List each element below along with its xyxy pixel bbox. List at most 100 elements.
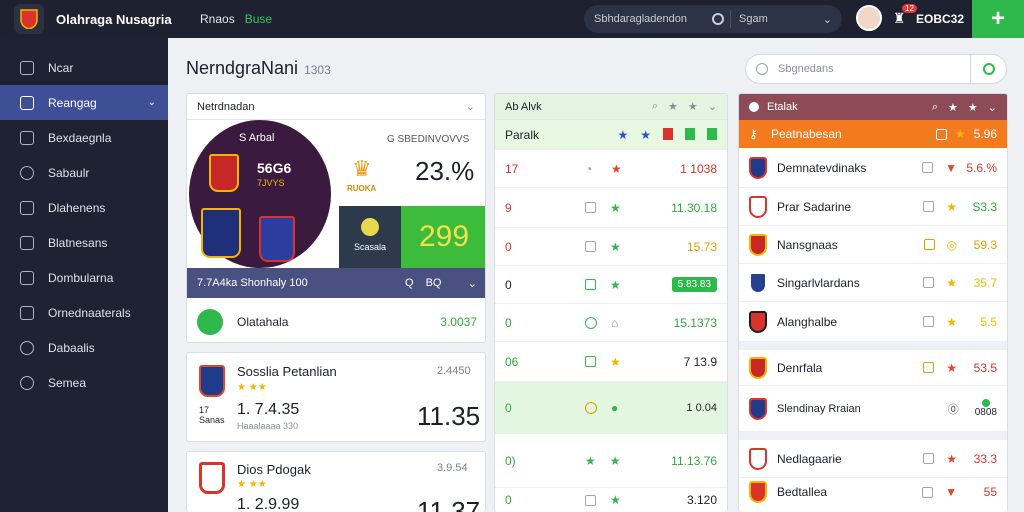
- hero-score-sub: 7JVYS: [257, 178, 285, 188]
- sidebar-item-6[interactable]: Blatnesans: [0, 225, 168, 260]
- person-icon: [20, 340, 34, 355]
- gear-icon: [20, 375, 34, 390]
- team-row[interactable]: Nansgnaas ◎ 59.3: [739, 226, 1007, 264]
- sidebar-item-10[interactable]: Semea: [0, 365, 168, 400]
- search-icon[interactable]: Q: [405, 277, 414, 289]
- star-icon[interactable]: ★: [610, 240, 621, 254]
- star-icon[interactable]: ★: [955, 127, 966, 141]
- odds-row[interactable]: 17 ◔ ★ 1 1038: [495, 150, 727, 188]
- filter-icon[interactable]: BQ: [426, 277, 442, 289]
- chevron-down-icon[interactable]: ⌄: [468, 277, 477, 290]
- team-row[interactable]: Bedtallea ▼ 55: [739, 478, 1007, 506]
- avatar[interactable]: [856, 5, 882, 31]
- team-row[interactable]: Slendinay Rraian ⓪ 0808: [739, 386, 1007, 432]
- star-icon[interactable]: ★: [585, 454, 596, 468]
- sidebar-item-8[interactable]: Ornednaaterals: [0, 295, 168, 330]
- star-icon[interactable]: ★: [688, 100, 698, 113]
- teams-panel-title: Etalak: [767, 101, 798, 113]
- teams-highlight-name: Peatnabesan: [771, 127, 842, 141]
- odds-row[interactable]: 06 ★ 7 13.9: [495, 342, 727, 382]
- sidebar-item-2[interactable]: Reangag ⌄: [0, 85, 168, 120]
- odds-row[interactable]: 9 ★ 11.30.18: [495, 188, 727, 228]
- team-crest-icon: [201, 208, 241, 258]
- star-icon[interactable]: ▼: [945, 485, 957, 499]
- team-crest-icon: [259, 216, 295, 262]
- odds-row[interactable]: 0 ● 1 0.04: [495, 382, 727, 434]
- chevron-down-icon: ⌄: [147, 97, 156, 108]
- star-icon[interactable]: ★: [668, 100, 678, 113]
- search-icon[interactable]: ⌕: [652, 100, 658, 113]
- star-icon[interactable]: ★: [610, 201, 621, 215]
- top-link-1[interactable]: Rnaos: [200, 12, 235, 26]
- star-icon[interactable]: ★: [610, 355, 621, 369]
- team-name: Denrfala: [777, 360, 823, 375]
- odds-a: 0: [505, 400, 512, 415]
- star-icon[interactable]: ★: [610, 454, 621, 468]
- odds-row[interactable]: 0 ★ 3.120: [495, 488, 727, 512]
- brand-tile-label: Scasala: [353, 242, 387, 252]
- search-input[interactable]: Sbgnedans: [745, 54, 1007, 84]
- match-value: 1. 2.9.99: [237, 496, 300, 512]
- star-icon[interactable]: ◎: [947, 238, 957, 252]
- match-card[interactable]: Dios Pdogak ★ ★★ 3.9.54 1. 2.9.99 11.37: [186, 451, 486, 512]
- box-icon: [922, 486, 934, 498]
- chevron-down-icon[interactable]: ⌄: [988, 101, 997, 114]
- search-icon[interactable]: [712, 13, 724, 25]
- box-icon: [585, 241, 596, 252]
- sidebar-item-3[interactable]: Bexdaegnla: [0, 120, 168, 155]
- team-value: 55: [983, 485, 997, 499]
- sidebar-item-9[interactable]: Dabaalis: [0, 330, 168, 365]
- star-icon[interactable]: ●: [611, 401, 618, 415]
- sidebar-item-5[interactable]: Dlahenens: [0, 190, 168, 225]
- odds-a: 0: [505, 315, 512, 330]
- star-icon[interactable]: ★: [640, 128, 651, 142]
- star-icon[interactable]: ★: [968, 101, 978, 114]
- match-card[interactable]: Sosslia Petanlian ★ ★★ 2.4450 17 Sanas 1…: [186, 352, 486, 442]
- star-icon[interactable]: ★: [946, 276, 957, 290]
- rating-stars-icon: ★ ★★: [237, 479, 267, 490]
- star-icon[interactable]: ★: [610, 278, 621, 292]
- featured-row[interactable]: Olatahala 3.0037: [187, 304, 485, 340]
- odds-row[interactable]: 0) ★ ★ 11.13.76: [495, 434, 727, 488]
- star-icon[interactable]: ★: [610, 493, 621, 507]
- match-name: Sosslia Petanlian: [237, 364, 337, 379]
- star-icon[interactable]: ★: [946, 361, 957, 375]
- team-row[interactable]: Denrfala ★ 53.5: [739, 342, 1007, 386]
- star-icon[interactable]: ★: [617, 128, 628, 142]
- sidebar-item-1[interactable]: Ncar: [0, 50, 168, 85]
- star-icon[interactable]: ★: [611, 162, 622, 176]
- match-odds: 3.9.54: [437, 462, 468, 474]
- search-icon[interactable]: ⌕: [932, 101, 938, 114]
- odds-row[interactable]: 0 ⌂ 15.1373: [495, 304, 727, 342]
- team-row[interactable]: Prar Sadarine ★ S3.3: [739, 188, 1007, 226]
- sidebar-item-label: Ncar: [48, 60, 74, 75]
- global-search-text: Sbhdaragladendon: [594, 13, 687, 25]
- brand-icon: [361, 218, 379, 236]
- sidebar-item-7[interactable]: Dombularna: [0, 260, 168, 295]
- chevron-down-icon[interactable]: ⌄: [823, 13, 832, 26]
- global-search-bar[interactable]: Sbhdaragladendon Sgam ⌄: [584, 5, 842, 33]
- star-icon[interactable]: ★: [946, 200, 957, 214]
- team-row[interactable]: Alanghalbe ★ 5.5: [739, 302, 1007, 342]
- star-icon[interactable]: ★: [946, 315, 957, 329]
- chevron-down-icon[interactable]: ⌄: [466, 100, 475, 113]
- sidebar-item-4[interactable]: Sabaulr: [0, 155, 168, 190]
- hero-percentage: 23.%: [415, 156, 475, 186]
- odds-row[interactable]: 0 ★ 15.73: [495, 228, 727, 266]
- team-row[interactable]: Demnatevdinaks ▼ 5.6.%: [739, 148, 1007, 188]
- top-link-2[interactable]: Buse: [245, 12, 272, 26]
- sidebar-item-label: Dlahenens: [48, 200, 106, 215]
- top-bar: Olahraga Nusagria Rnaos Buse Sbhdaraglad…: [0, 0, 1024, 38]
- chevron-down-icon[interactable]: ⌄: [708, 100, 717, 113]
- odds-a: 06: [505, 354, 519, 369]
- star-icon[interactable]: ★: [948, 101, 958, 114]
- teams-highlight-row[interactable]: ⚷ Peatnabesan ★ 5.96: [739, 120, 1007, 148]
- team-row[interactable]: Singarlvlardans ★ 35.7: [739, 264, 1007, 302]
- star-icon[interactable]: ▼: [945, 161, 957, 175]
- search-button[interactable]: [970, 55, 1006, 83]
- add-button[interactable]: +: [972, 0, 1024, 38]
- team-row[interactable]: Nedlagaarie ★ 33.3: [739, 432, 1007, 478]
- star-icon[interactable]: ★: [946, 452, 957, 466]
- odds-row[interactable]: 0 ★ 5.83.83: [495, 266, 727, 304]
- app-logo[interactable]: [14, 4, 44, 34]
